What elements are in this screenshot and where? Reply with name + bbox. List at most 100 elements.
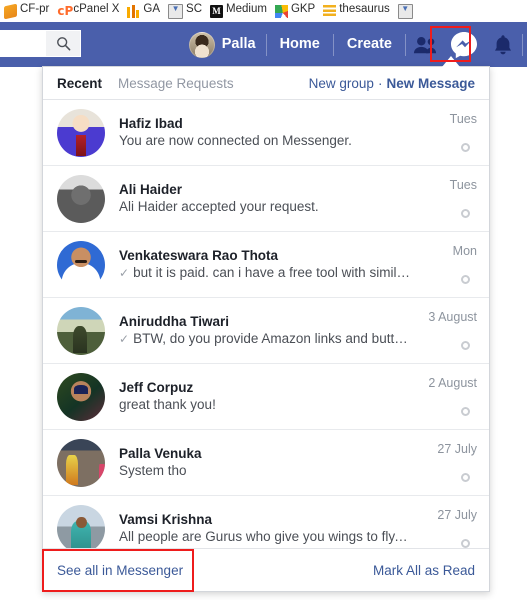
bookmark-label: GA (143, 3, 161, 16)
medium-icon: M (210, 4, 224, 18)
google-analytics-icon (127, 4, 141, 18)
thread-name: Vamsi Krishna (119, 512, 213, 527)
bookmark-item[interactable]: thesaurus (319, 1, 394, 21)
divider (522, 33, 523, 56)
thread-avatar (57, 372, 105, 421)
thread-name: Aniruddha Tiwari (119, 314, 230, 329)
thread-read-status-icon[interactable] (461, 340, 470, 350)
thread-name: Palla Venuka (119, 446, 202, 461)
search-console-icon (168, 3, 184, 19)
thread-avatar (57, 108, 105, 157)
bookmark-label: GKP (290, 3, 316, 16)
bookmark-item[interactable] (394, 1, 417, 21)
thread-name: Jeff Corpuz (119, 380, 194, 395)
thread-body: Jeff Corpuz great thank you! (119, 379, 417, 414)
thread-timestamp: Tues (449, 177, 477, 192)
see-all-in-messenger-link[interactable]: See all in Messenger (57, 563, 183, 578)
messenger-dropdown-panel: Recent Message Requests New group · New … (42, 66, 490, 592)
thread-body: Ali Haider Ali Haider accepted your reque… (119, 181, 417, 216)
friend-requests-icon (413, 36, 437, 53)
thread-row[interactable]: Vamsi Krishna All people are Gurus who gi… (43, 496, 489, 548)
link-separator: · (377, 75, 383, 91)
search-icon (56, 37, 70, 51)
thread-timestamp: Tues (449, 111, 477, 126)
search-input[interactable] (1, 31, 48, 56)
nav-create-link[interactable]: Create (334, 22, 405, 67)
thread-row[interactable]: Hafiz Ibad You are now connected on Messe… (43, 100, 489, 166)
search-button[interactable] (46, 31, 80, 56)
tab-message-requests[interactable]: Message Requests (118, 76, 234, 91)
thread-snippet: System tho (119, 463, 187, 478)
bookmark-label: Medium (226, 3, 267, 16)
navbar-right-group: Palla Home Create (188, 22, 527, 67)
thread-read-status-icon[interactable] (461, 406, 470, 416)
thread-snippet: Ali Haider accepted your request. (119, 199, 319, 214)
thread-list[interactable]: Hafiz Ibad You are now connected on Messe… (43, 100, 489, 548)
thread-snippet-line: ✓ but it is paid. can i have a free tool … (119, 264, 411, 282)
thread-snippet-line: great thank you! (119, 396, 411, 414)
thread-read-status-icon[interactable] (461, 538, 470, 548)
bookmark-item[interactable]: SC (164, 1, 206, 21)
thread-row[interactable]: Aniruddha Tiwari ✓ BTW, do you provide Ama… (43, 298, 489, 364)
dropdown-header-actions: New group · New Message (309, 76, 475, 91)
chevron-down-icon (397, 3, 413, 19)
thread-snippet: All people are Gurus who give you wings … (119, 529, 411, 544)
thread-read-status-icon[interactable] (461, 274, 470, 284)
cfpr-icon (4, 3, 17, 19)
thread-timestamp: 27 July (437, 441, 477, 456)
thread-read-status-icon[interactable] (461, 142, 470, 152)
avatar (188, 31, 215, 58)
thread-body: Palla Venuka System tho (119, 445, 417, 480)
search-box[interactable] (0, 30, 81, 57)
thread-body: Vamsi Krishna All people are Gurus who gi… (119, 511, 417, 546)
notifications-button[interactable] (484, 22, 522, 67)
thread-timestamp: 3 August (428, 309, 477, 324)
thread-body: Venkateswara Rao Thota ✓ but it is paid. c… (119, 247, 417, 282)
mark-all-as-read-link[interactable]: Mark All as Read (373, 563, 475, 578)
thread-name: Hafiz Ibad (119, 116, 183, 131)
thread-avatar (57, 504, 105, 548)
thread-meta: Tues (417, 109, 479, 157)
tab-recent[interactable]: Recent (57, 76, 102, 91)
thread-meta: 3 August (417, 307, 479, 355)
thread-meta: Mon (417, 241, 479, 289)
thread-snippet: but it is paid. can i have a free tool w… (133, 265, 411, 280)
new-group-link[interactable]: New group (309, 76, 374, 91)
new-message-link[interactable]: New Message (386, 76, 475, 91)
seen-check-icon: ✓ (119, 332, 130, 346)
google-keyword-planner-icon (274, 4, 288, 18)
thread-meta: 2 August (417, 373, 479, 421)
bookmark-item[interactable]: CF-pr (0, 1, 53, 21)
thread-avatar (57, 240, 105, 289)
friend-requests-button[interactable] (406, 22, 444, 67)
thread-avatar (57, 438, 105, 487)
thread-snippet-line: Ali Haider accepted your request. (119, 198, 411, 216)
thread-row[interactable]: Palla Venuka System tho 27 July (43, 430, 489, 496)
thread-snippet: You are now connected on Messenger. (119, 133, 352, 148)
bookmark-item[interactable]: GKP (271, 1, 319, 21)
seen-check-icon: ✓ (119, 266, 130, 280)
thread-row[interactable]: Venkateswara Rao Thota ✓ but it is paid. c… (43, 232, 489, 298)
thread-meta: 27 July (417, 505, 479, 549)
bookmark-label: CF-pr (20, 3, 50, 16)
bookmark-item[interactable]: cP cPanel X (53, 1, 123, 21)
thread-read-status-icon[interactable] (461, 472, 470, 482)
bookmark-label: thesaurus (339, 3, 390, 16)
thread-body: Aniruddha Tiwari ✓ BTW, do you provide Ama… (119, 313, 417, 348)
thread-read-status-icon[interactable] (461, 208, 470, 218)
bookmark-label: cPanel X (73, 3, 120, 16)
browser-bookmarks-bar: CF-prcPcPanel XGASCMMediumGKPthesaurus (0, 0, 527, 23)
thread-row[interactable]: Ali Haider Ali Haider accepted your reque… (43, 166, 489, 232)
thread-body: Hafiz Ibad You are now connected on Messe… (119, 115, 417, 150)
bookmark-item[interactable]: M Medium (206, 1, 271, 21)
profile-link[interactable]: Palla (188, 22, 266, 67)
thread-row[interactable]: Jeff Corpuz great thank you! 2 August (43, 364, 489, 430)
thread-snippet-line: ✓ BTW, do you provide Amazon links and bu… (119, 330, 411, 348)
bookmark-item[interactable]: GA (123, 1, 164, 21)
nav-home-link[interactable]: Home (267, 22, 333, 67)
bell-icon (495, 34, 511, 54)
bookmark-label: SC (186, 3, 203, 16)
thread-avatar (57, 174, 105, 223)
thread-timestamp: Mon (452, 243, 477, 258)
thread-meta: Tues (417, 175, 479, 223)
